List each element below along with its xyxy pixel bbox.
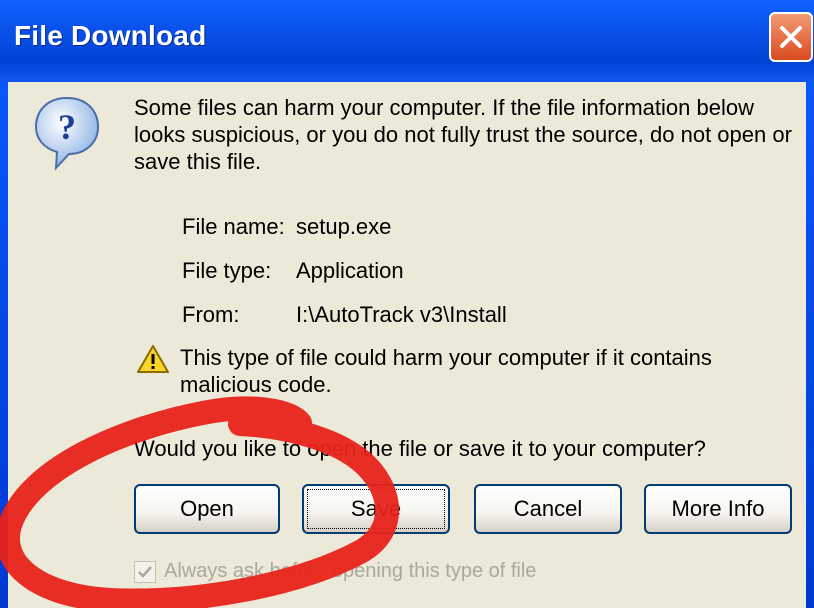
close-icon — [780, 26, 802, 48]
dialog-title: File Download — [14, 20, 207, 51]
file-name-label: File name: — [182, 214, 285, 239]
file-type-value: Application — [296, 258, 404, 283]
always-ask-row[interactable]: Always ask before opening this type of f… — [134, 560, 536, 583]
dialog-body: ? Some files can harm your computer. If … — [8, 82, 806, 608]
open-button[interactable]: Open — [134, 484, 280, 534]
question-text: Would you like to open the file or save … — [134, 436, 706, 461]
close-button[interactable] — [769, 12, 813, 62]
save-button[interactable]: Save — [302, 484, 450, 534]
always-ask-checkbox[interactable] — [134, 560, 156, 583]
question-icon: ? — [34, 96, 100, 171]
more-info-button[interactable]: More Info — [644, 484, 792, 534]
security-message: Some files can harm your computer. If th… — [134, 95, 792, 174]
title-bar[interactable]: File Download — [0, 0, 814, 82]
warning-icon — [137, 345, 169, 373]
from-label: From: — [182, 302, 240, 327]
file-download-dialog: File Download ? Some files can harm your… — [0, 0, 814, 608]
from-value: I:\AutoTrack v3\Install — [296, 302, 507, 327]
warning-text: This type of file could harm your comput… — [180, 345, 712, 397]
svg-text:?: ? — [58, 107, 76, 147]
file-name-value: setup.exe — [296, 214, 392, 239]
file-type-label: File type: — [182, 258, 272, 283]
always-ask-label: Always ask before opening this type of f… — [164, 560, 537, 582]
checkmark-icon — [138, 565, 152, 578]
cancel-button[interactable]: Cancel — [474, 484, 622, 534]
